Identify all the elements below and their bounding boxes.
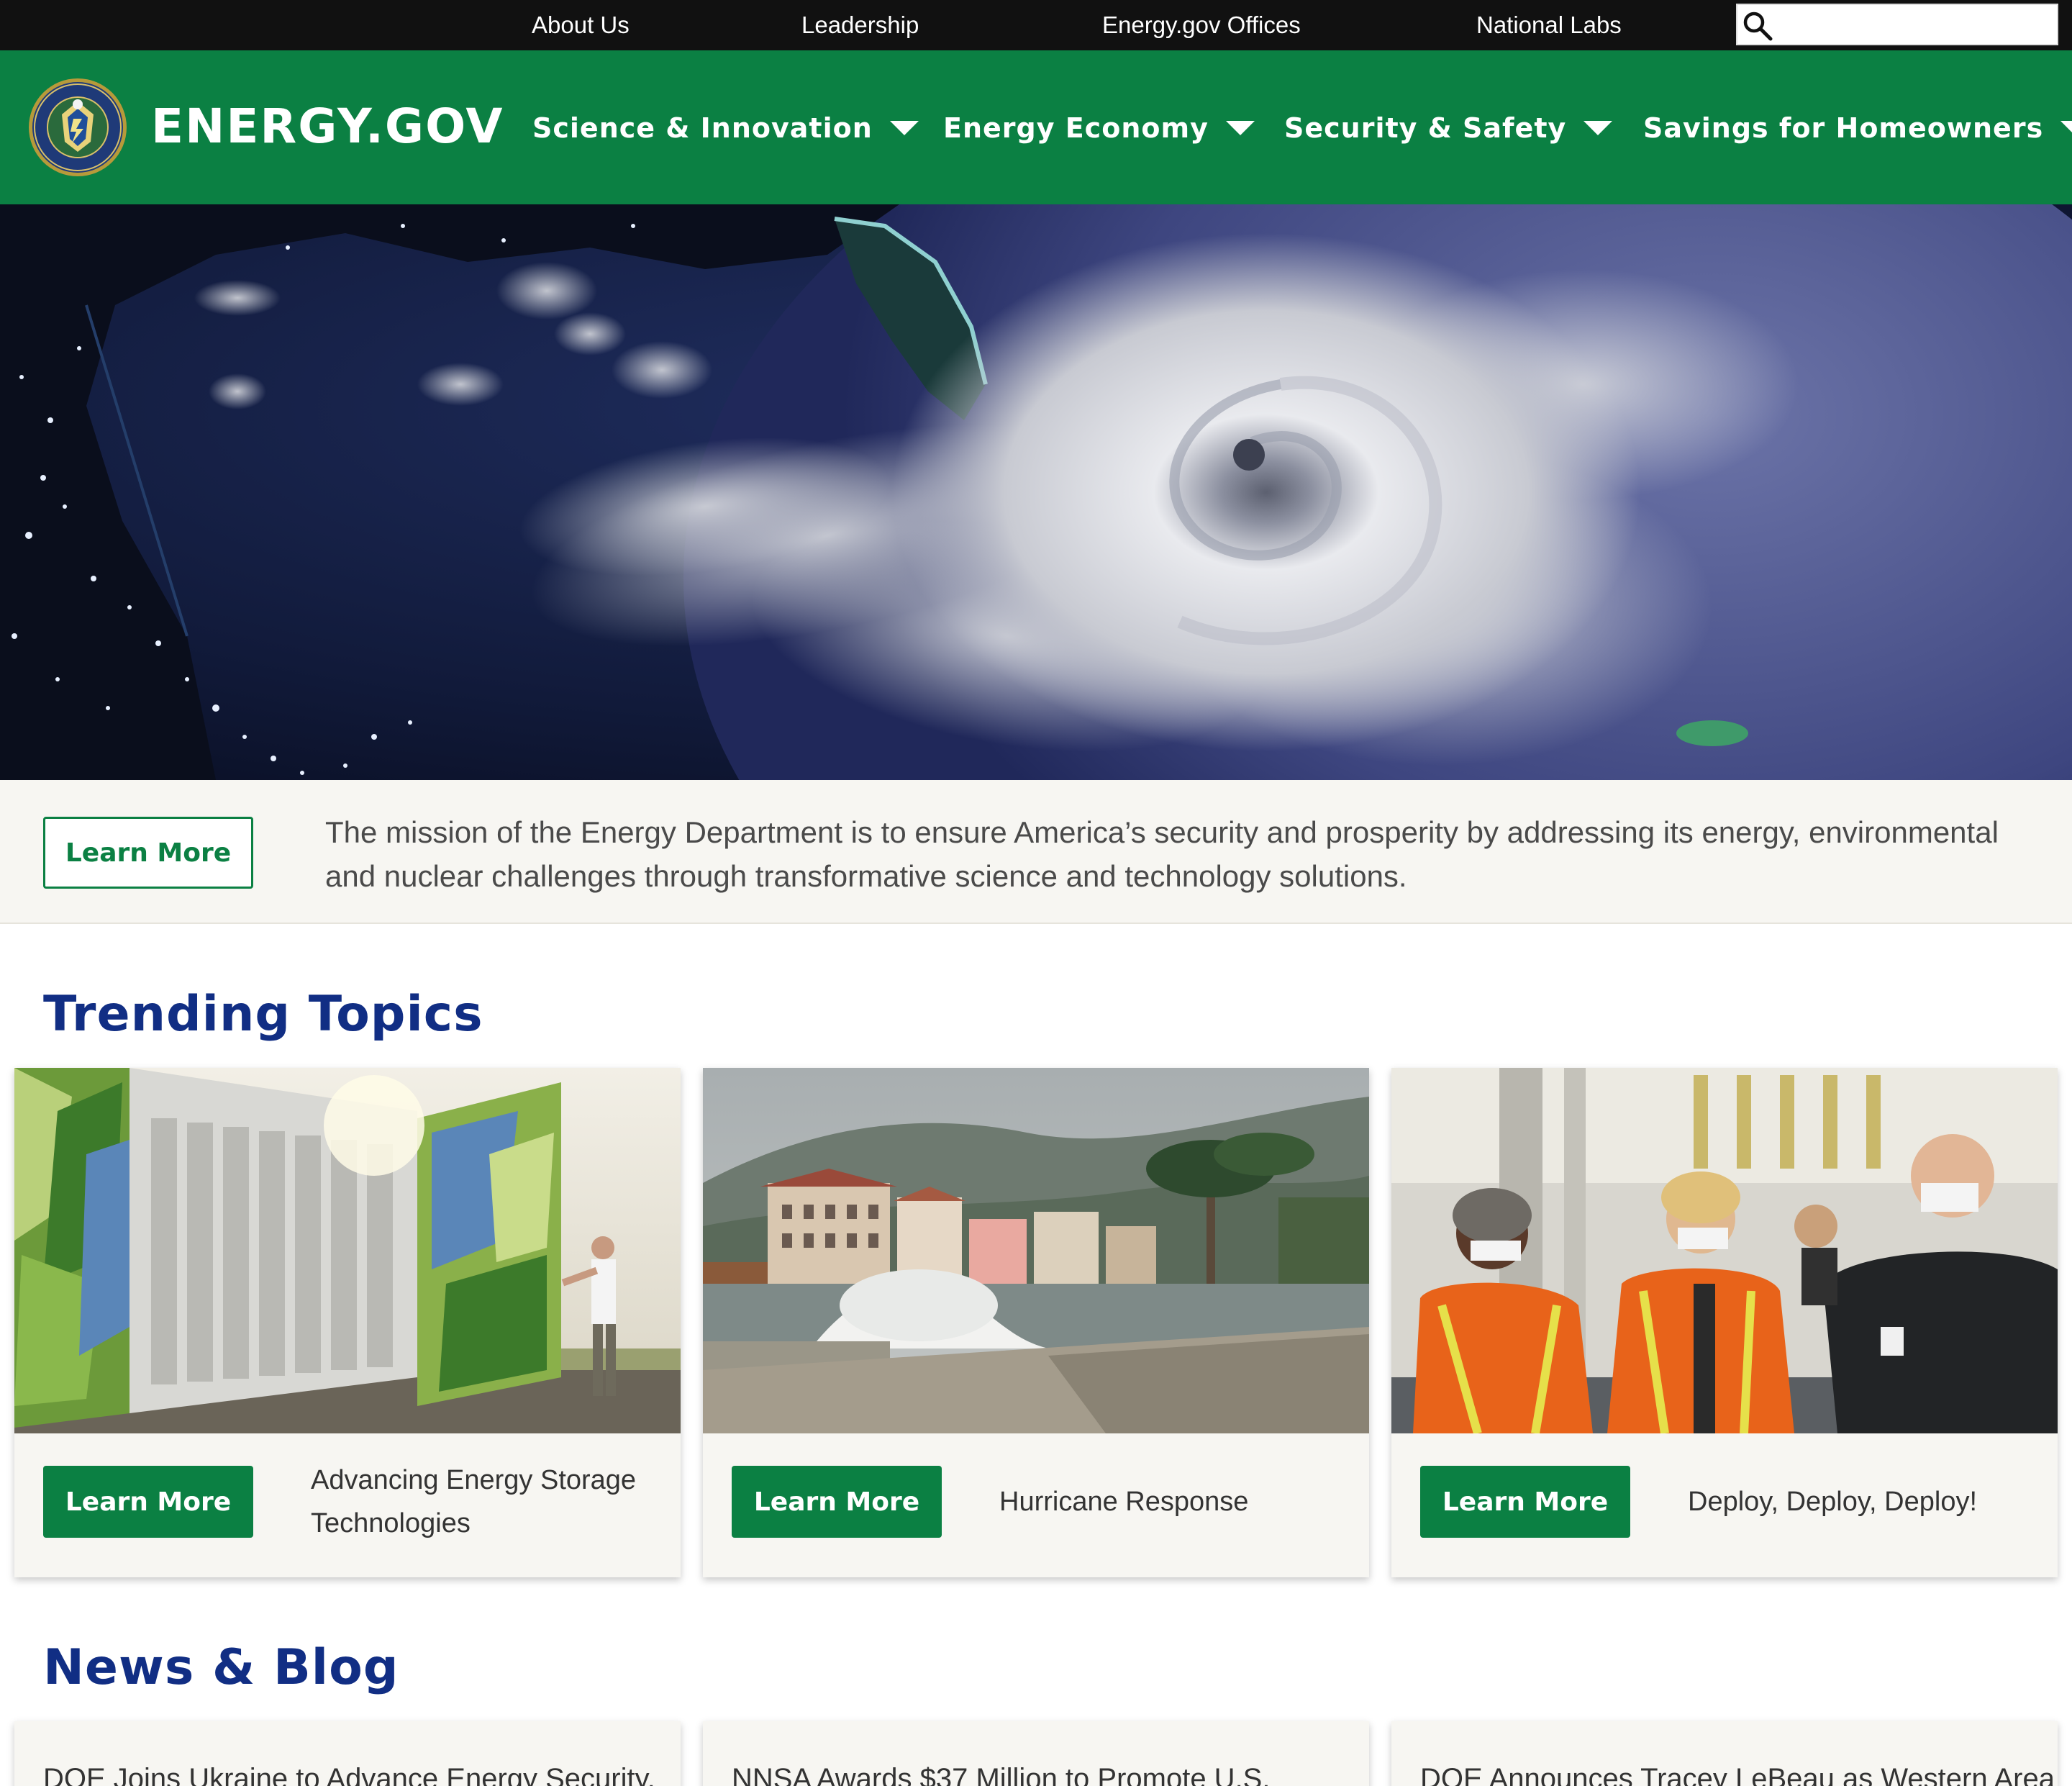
utility-link-leadership[interactable]: Leadership xyxy=(801,0,919,50)
chevron-down-icon xyxy=(2060,121,2072,135)
mission-statement: The mission of the Energy Department is … xyxy=(325,815,1999,893)
utility-link-offices[interactable]: Energy.gov Offices xyxy=(1102,0,1301,50)
utility-link-national-labs[interactable]: National Labs xyxy=(1476,0,1622,50)
card-learn-more-button[interactable]: Learn More xyxy=(732,1466,942,1538)
nav-label: Science & Innovation xyxy=(532,112,873,144)
news-card: DOE Joins Ukraine to Advance Energy Secu… xyxy=(14,1721,681,1786)
nav-security-safety[interactable]: Security & Safety xyxy=(1284,106,1613,150)
trending-card-energy-storage: Learn More Advancing Energy Storage Tech… xyxy=(14,1068,681,1577)
card-learn-more-button[interactable]: Learn More xyxy=(1420,1466,1630,1538)
nav-label: Savings for Homeowners xyxy=(1643,112,2044,144)
chevron-down-icon xyxy=(1225,121,1255,135)
card-image-energy-storage[interactable] xyxy=(14,1068,681,1433)
card-title[interactable]: Advancing Energy Storage Technologies xyxy=(311,1456,656,1547)
nav-label: Security & Safety xyxy=(1284,112,1567,144)
news-card: NNSA Awards $37 Million to Promote U.S. xyxy=(703,1721,1369,1786)
trending-heading: Trending Topics xyxy=(43,986,483,1043)
chevron-down-icon xyxy=(889,121,919,135)
utility-bar: About Us Leadership Energy.gov Offices N… xyxy=(0,0,2072,50)
card-title[interactable]: Deploy, Deploy, Deploy! xyxy=(1688,1456,2033,1547)
news-title[interactable]: DOE Announces Tracey LeBeau as Western A… xyxy=(1420,1759,2055,1786)
news-title[interactable]: NNSA Awards $37 Million to Promote U.S. xyxy=(732,1759,1350,1786)
card-image-deploy[interactable] xyxy=(1391,1068,2058,1433)
news-title[interactable]: DOE Joins Ukraine to Advance Energy Secu… xyxy=(43,1759,662,1786)
nav-label: Energy Economy xyxy=(943,112,1209,144)
trending-card-hurricane-response: Learn More Hurricane Response xyxy=(703,1068,1369,1577)
trending-card-deploy: Learn More Deploy, Deploy, Deploy! xyxy=(1391,1068,2058,1577)
site-title[interactable]: ENERGY.GOV xyxy=(151,98,504,155)
news-heading: News & Blog xyxy=(43,1639,399,1696)
card-image-hurricane-response[interactable] xyxy=(703,1068,1369,1433)
search-icon[interactable] xyxy=(1742,10,1773,42)
nav-savings-homeowners[interactable]: Savings for Homeowners xyxy=(1643,106,2072,150)
hero-image xyxy=(0,204,2072,780)
chevron-down-icon xyxy=(1583,121,1613,135)
doe-seal-logo[interactable] xyxy=(27,77,128,178)
utility-link-about-us[interactable]: About Us xyxy=(532,0,630,50)
main-header: ENERGY.GOV Science & Innovation Energy E… xyxy=(0,50,2072,204)
news-card: DOE Announces Tracey LeBeau as Western A… xyxy=(1391,1721,2058,1786)
nav-science-innovation[interactable]: Science & Innovation xyxy=(532,106,919,150)
card-title[interactable]: Hurricane Response xyxy=(999,1456,1345,1547)
card-learn-more-button[interactable]: Learn More xyxy=(43,1466,253,1538)
mission-learn-more-button[interactable]: Learn More xyxy=(43,817,253,889)
mission-band: Learn More The mission of the Energy Dep… xyxy=(0,780,2072,924)
nav-energy-economy[interactable]: Energy Economy xyxy=(943,106,1255,150)
search-box[interactable] xyxy=(1736,4,2058,45)
search-input[interactable] xyxy=(1778,6,2055,42)
